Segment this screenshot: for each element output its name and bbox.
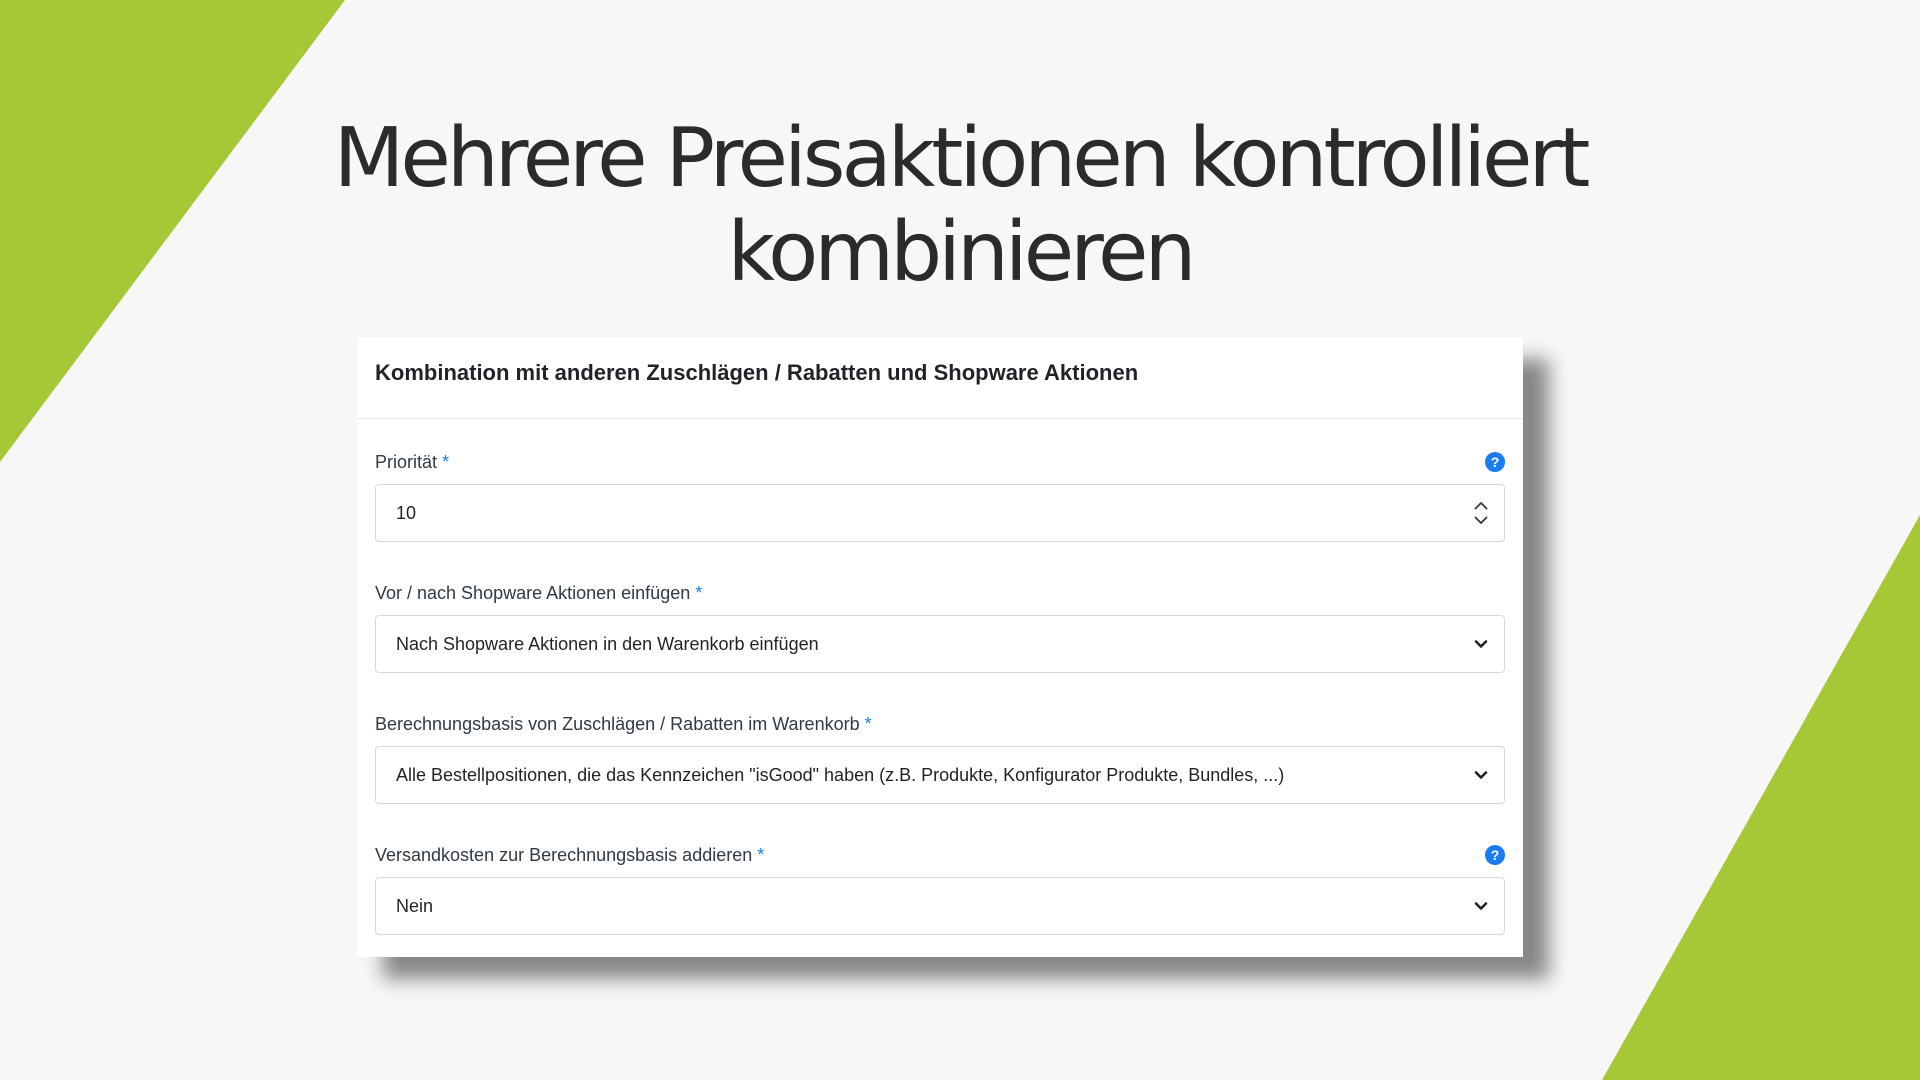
priority-label-text: Priorität <box>375 451 438 472</box>
shipping-costs-label: Versandkosten zur Berechnungsbasis addie… <box>375 845 764 866</box>
question-circle-icon[interactable]: ? <box>1485 452 1505 472</box>
chevron-down-icon <box>1474 639 1488 649</box>
calculation-base-label: Berechnungsbasis von Zuschlägen / Rabatt… <box>375 714 872 735</box>
shipping-costs-select[interactable]: Nein <box>375 877 1505 935</box>
field-label-row: Berechnungsbasis von Zuschlägen / Rabatt… <box>375 711 1505 737</box>
field-shipping-costs: Versandkosten zur Berechnungsbasis addie… <box>375 842 1505 935</box>
green-triangle-bottom-right <box>1602 515 1920 1080</box>
settings-card: Kombination mit anderen Zuschlägen / Rab… <box>357 337 1523 957</box>
insert-position-label-text: Vor / nach Shopware Aktionen einfügen <box>375 582 691 603</box>
field-priority: Priorität * ? 10 <box>375 449 1505 542</box>
headline-line-1: Mehrere Preisaktionen kontrolliert <box>333 111 1591 206</box>
calculation-base-value: Alle Bestellpositionen, die das Kennzeic… <box>396 764 1285 785</box>
shipping-costs-label-text: Versandkosten zur Berechnungsbasis addie… <box>375 844 753 865</box>
chevron-down-icon[interactable] <box>1474 516 1488 525</box>
calculation-base-select[interactable]: Alle Bestellpositionen, die das Kennzeic… <box>375 746 1505 804</box>
field-label-row: Versandkosten zur Berechnungsbasis addie… <box>375 842 1505 868</box>
required-asterisk: * <box>757 844 765 865</box>
field-insert-position: Vor / nach Shopware Aktionen einfügen * N… <box>375 580 1505 673</box>
insert-position-label: Vor / nach Shopware Aktionen einfügen * <box>375 583 702 604</box>
required-asterisk: * <box>695 582 703 603</box>
chevron-down-icon <box>1474 770 1488 780</box>
required-asterisk: * <box>442 451 450 472</box>
insert-position-select[interactable]: Nach Shopware Aktionen in den Warenkorb … <box>375 615 1505 673</box>
card-body: Priorität * ? 10 Vor / nach Shopware Akt… <box>357 449 1523 935</box>
priority-value: 10 <box>396 502 417 523</box>
question-circle-icon[interactable]: ? <box>1485 845 1505 865</box>
shipping-costs-value: Nein <box>396 895 434 916</box>
insert-position-value: Nach Shopware Aktionen in den Warenkorb … <box>396 633 819 654</box>
required-asterisk: * <box>864 713 872 734</box>
priority-label: Priorität * <box>375 452 449 473</box>
page-headline: Mehrere Preisaktionen kontrolliert kombi… <box>0 112 1920 300</box>
card-title: Kombination mit anderen Zuschlägen / Rab… <box>375 359 1139 385</box>
headline-line-2: kombinieren <box>727 205 1197 300</box>
priority-number-input[interactable]: 10 <box>375 484 1505 542</box>
field-calculation-base: Berechnungsbasis von Zuschlägen / Rabatt… <box>375 711 1505 804</box>
priority-stepper <box>1474 501 1488 525</box>
card-header: Kombination mit anderen Zuschlägen / Rab… <box>357 337 1523 419</box>
field-label-row: Priorität * ? <box>375 449 1505 475</box>
field-label-row: Vor / nach Shopware Aktionen einfügen * <box>375 580 1505 606</box>
calculation-base-label-text: Berechnungsbasis von Zuschlägen / Rabatt… <box>375 713 860 734</box>
chevron-up-icon[interactable] <box>1474 501 1488 510</box>
chevron-down-icon <box>1474 901 1488 911</box>
